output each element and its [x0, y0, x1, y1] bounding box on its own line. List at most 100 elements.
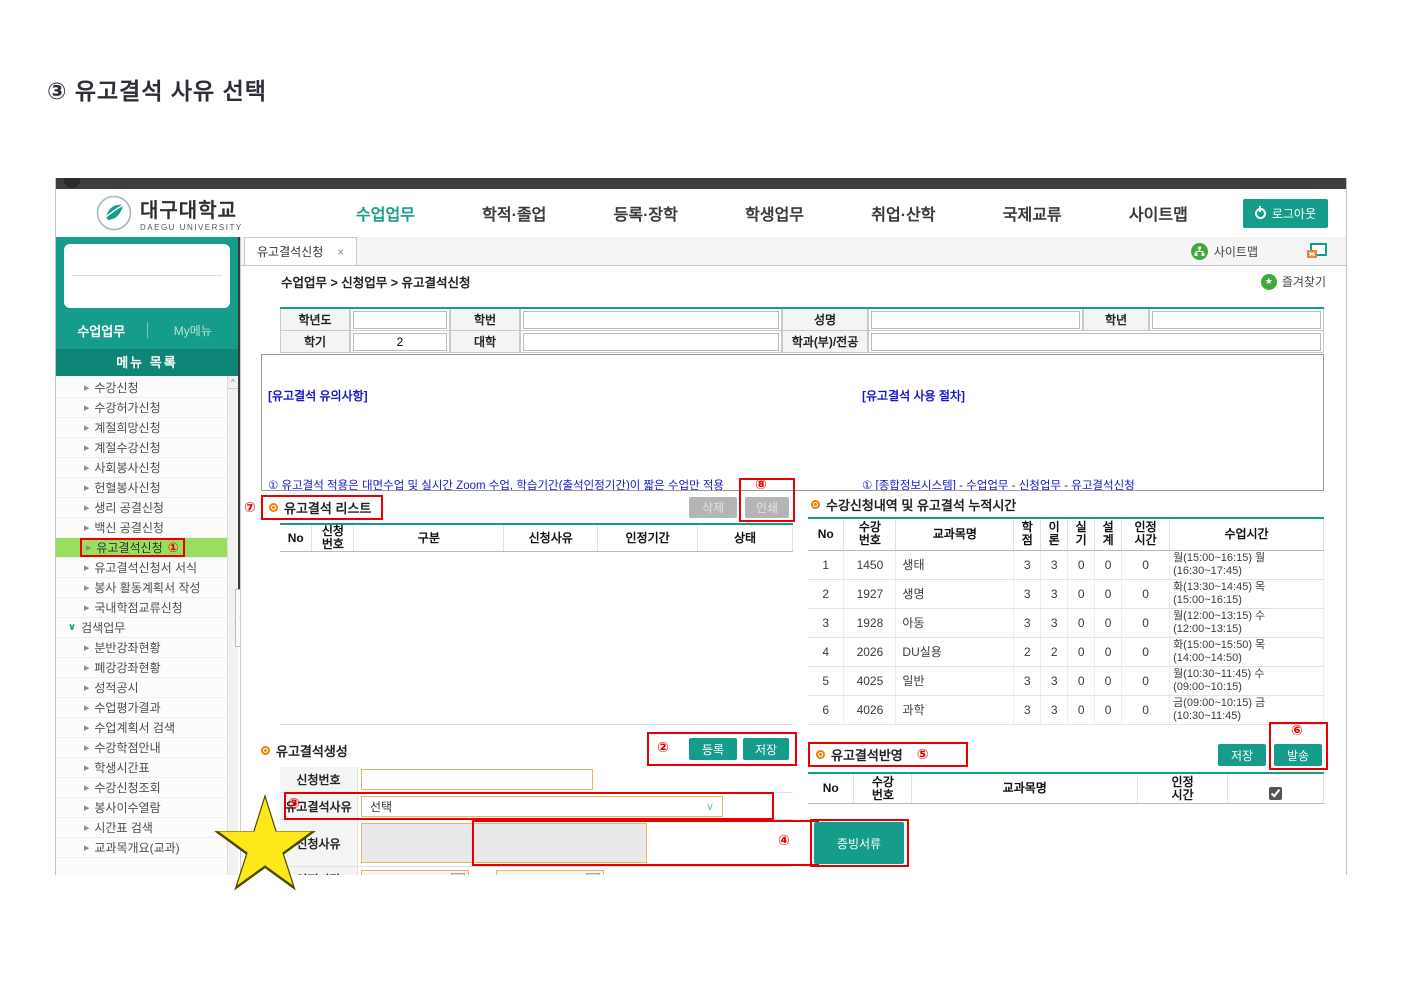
sidebar-menu-item[interactable]: 유고결석신청 ①: [56, 538, 227, 558]
course-row[interactable]: 4 2026 DU실용 2 2 0 0 0 화(15:00~15:50) 목(1…: [808, 637, 1324, 667]
menu-arrow-icon: [84, 724, 89, 732]
period-end-input[interactable]: [496, 869, 605, 875]
application-number-input[interactable]: [361, 769, 593, 790]
course-row[interactable]: 5 4025 일반 3 3 0 0 0 월(10:30~11:45) 수(09:…: [808, 666, 1324, 696]
course-row[interactable]: 6 4026 과학 3 3 0 0 0 금(09:00~10:15) 금(10:…: [808, 695, 1324, 725]
calendar-icon[interactable]: [586, 873, 601, 875]
course-code: 2026: [843, 637, 897, 667]
sitemap-icon: [1190, 242, 1208, 260]
close-icon[interactable]: ×: [337, 245, 344, 259]
register-button[interactable]: 등록: [689, 738, 737, 760]
select-all-checkbox[interactable]: [1269, 787, 1283, 800]
send-button[interactable]: 발송: [1274, 744, 1322, 766]
nav-item[interactable]: 사이트맵: [1129, 201, 1188, 225]
scroll-up-icon[interactable]: ^: [228, 376, 238, 389]
absence-reason-row: 유고결석사유 선택 ∨ ③: [280, 792, 793, 820]
sidebar-menu-item[interactable]: 사회봉사신청: [56, 458, 227, 478]
menu-item-wrap: 성적공시: [80, 678, 148, 697]
sidebar-menu-item[interactable]: 폐강강좌현황: [56, 658, 227, 678]
course-name: 일반: [895, 666, 1015, 696]
sidebar-menu-item[interactable]: 헌혈봉사신청: [56, 478, 227, 498]
menu-item-label: 생리 공결신청: [94, 501, 164, 515]
sidebar-menu-item[interactable]: 검색업무: [56, 618, 227, 638]
course-row[interactable]: 3 1928 아동 3 3 0 0 0 월(12:00~13:15) 수(12:…: [808, 608, 1324, 638]
annotation-3: ③: [288, 795, 300, 811]
absence-reason-select[interactable]: 선택 ∨: [361, 795, 723, 817]
absence-list-column-header: 상태: [697, 524, 793, 552]
menu-item-label: 성적공시: [94, 681, 139, 695]
application-number-label: 신청번호: [280, 767, 358, 792]
period-start-input[interactable]: [361, 869, 469, 875]
section-dot-icon: [811, 500, 820, 509]
sidebar-menu-item[interactable]: 생리 공결신청: [56, 498, 227, 518]
nav-item[interactable]: 학적·졸업: [482, 201, 546, 225]
menu-arrow-icon: [84, 664, 89, 672]
multi-window-icon[interactable]: [1306, 243, 1328, 259]
nav-item[interactable]: 수업업무: [356, 201, 415, 225]
delete-button[interactable]: 삭제: [689, 497, 737, 518]
sidebar-menu-item[interactable]: 수강허가신청: [56, 398, 227, 418]
dept-input[interactable]: [871, 332, 1321, 351]
reflection-col-code: 수강 번호: [853, 773, 913, 804]
notice-box: [유고결석 유의사항] ① 유고결석 적용은 대면수업 및 실시간 Zoom 수…: [261, 354, 1324, 491]
name-input[interactable]: [871, 310, 1080, 329]
sidebar-menu-item[interactable]: 봉사이수열람: [56, 798, 227, 818]
sidebar-menu-item[interactable]: 교과목개요(교과): [56, 838, 227, 858]
sidebar-menu-item[interactable]: 백신 공결신청: [56, 518, 227, 538]
sidebar-menu-item[interactable]: 계절희망신청: [56, 418, 227, 438]
sidebar-menu-item[interactable]: 수업평가결과: [56, 698, 227, 718]
calendar-icon[interactable]: [451, 873, 465, 875]
sidebar-menu-item[interactable]: 학생시간표: [56, 758, 227, 778]
studentno-input[interactable]: [523, 310, 779, 329]
reflection-save-button[interactable]: 저장: [1218, 744, 1266, 766]
sidebar-menu-item[interactable]: 계절수강신청: [56, 438, 227, 458]
tab-absence-application[interactable]: 유고결석신청 ×: [244, 237, 358, 265]
sidebar-menu-item[interactable]: 국내학점교류신청: [56, 598, 227, 618]
nav-item[interactable]: 등록·장학: [614, 201, 678, 225]
grade-label: 학년: [1083, 309, 1149, 331]
sidebar-menu-item[interactable]: 시간표 검색: [56, 818, 227, 838]
semester-input[interactable]: [353, 332, 447, 351]
sidebar: 수업업무 My메뉴 메뉴 목록 수강신청: [56, 237, 238, 875]
user-info-divider: [72, 275, 222, 276]
main-navigation: 수업업무 학적·졸업 등록·장학 학생업무 취업·산학 국제교류 사이트맵: [311, 201, 1243, 225]
sidebar-menu-item[interactable]: 수업계획서 검색: [56, 718, 227, 738]
sidebar-tab-lecture[interactable]: 수업업무: [56, 321, 147, 340]
menu-item-label: 교과목개요(교과): [94, 841, 180, 855]
college-input[interactable]: [523, 332, 779, 351]
year-input[interactable]: [353, 310, 447, 329]
course-credit: 3: [1013, 666, 1042, 696]
application-detail-textarea[interactable]: [361, 823, 647, 863]
sitemap-button[interactable]: 사이트맵: [1190, 242, 1258, 260]
logout-button[interactable]: 로그아웃: [1242, 198, 1328, 228]
courses-column-header: 실 기: [1067, 518, 1096, 551]
menu-item-label: 수강학점안내: [94, 741, 161, 755]
course-name: 아동: [895, 608, 1015, 638]
course-row[interactable]: 2 1927 생명 3 3 0 0 0 화(13:30~14:45) 목(15:…: [808, 579, 1324, 609]
favorite-button[interactable]: ★ 즐겨찾기: [1260, 273, 1326, 290]
course-practice: 0: [1067, 695, 1096, 725]
nav-item[interactable]: 취업·산학: [871, 201, 935, 225]
sidebar-menu-item[interactable]: 수강신청조회: [56, 778, 227, 798]
sidebar-menu-item[interactable]: 수강학점안내: [56, 738, 227, 758]
creation-save-button[interactable]: 저장: [743, 738, 789, 760]
nav-item[interactable]: 학생업무: [745, 201, 804, 225]
sidebar-menu-item[interactable]: 분반강좌현황: [56, 638, 227, 658]
grade-input[interactable]: [1152, 310, 1321, 329]
absence-list-table: No 신청 번호 구분 신청사유 인정기간 상태: [280, 523, 793, 552]
sidebar-menu-item[interactable]: 성적공시: [56, 678, 227, 698]
courses-column-header: 이 론: [1040, 518, 1069, 551]
course-row[interactable]: 1 1450 생태 3 3 0 0 0 월(15:00~16:15) 월(16:…: [808, 550, 1324, 580]
university-logo[interactable]: 대구대학교 DAEGU UNIVERSITY: [96, 194, 311, 232]
sidebar-menu-item[interactable]: 봉사 활동계획서 작성: [56, 578, 227, 598]
year-label: 학년도: [280, 309, 350, 331]
nav-item[interactable]: 국제교류: [1003, 201, 1062, 225]
sidebar-tab-mymenu[interactable]: My메뉴: [148, 322, 239, 339]
sidebar-menu-item[interactable]: 유고결석신청서 서식: [56, 558, 227, 578]
section-dot-icon: [816, 750, 825, 759]
menu-item-label: 계절수강신청: [94, 441, 161, 455]
sitemap-label: 사이트맵: [1213, 244, 1258, 259]
studentno-label: 학번: [450, 309, 520, 331]
attach-documents-button[interactable]: 증빙서류: [814, 822, 904, 864]
sidebar-menu-item[interactable]: 수강신청: [56, 378, 227, 398]
